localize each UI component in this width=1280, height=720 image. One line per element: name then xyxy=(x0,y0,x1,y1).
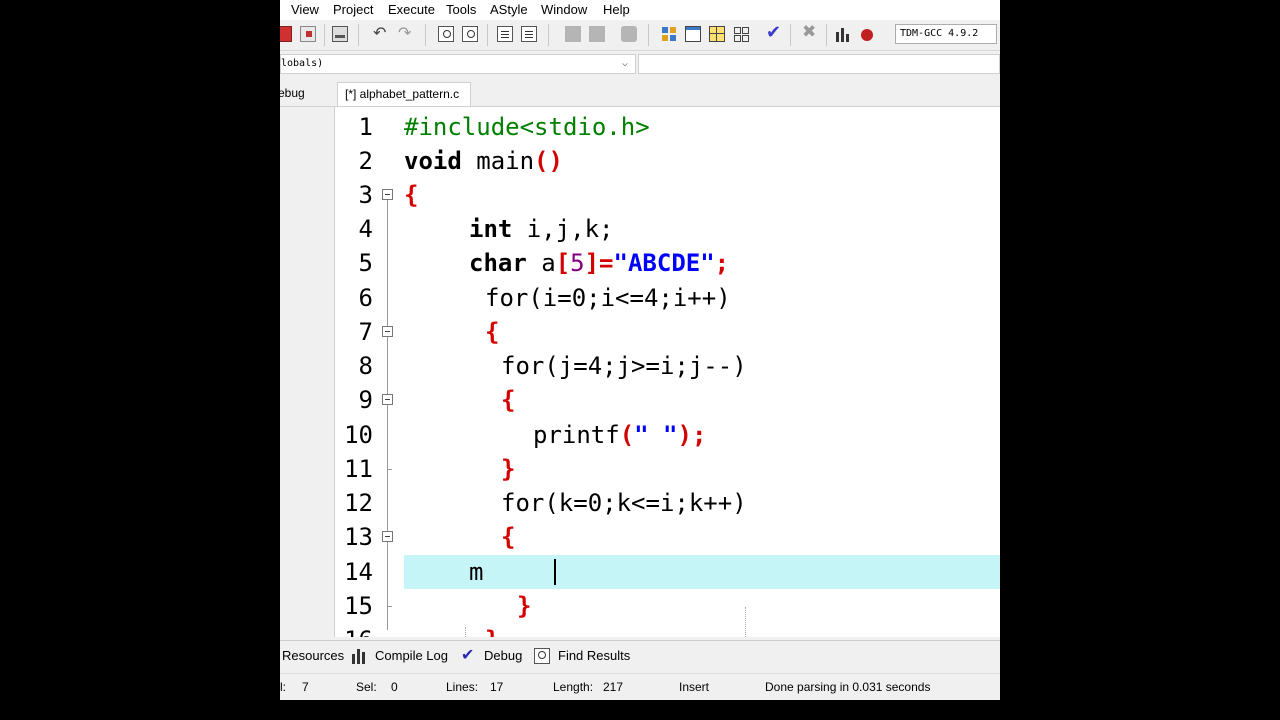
tab-debug[interactable]: Debug xyxy=(484,648,522,663)
check-syntax-icon[interactable]: ✔ xyxy=(766,22,782,42)
grid-icon[interactable] xyxy=(733,26,749,42)
menu-view[interactable]: View xyxy=(291,2,319,17)
layout-icon[interactable] xyxy=(709,26,725,42)
code-line-5: char a[5]="ABCDE"; xyxy=(469,249,730,277)
tab-row: ebug [*] alphabet_pattern.c xyxy=(280,80,1000,107)
code-line-14: m xyxy=(469,558,484,586)
fold-toggle-icon[interactable] xyxy=(382,189,393,200)
fold-toggle-icon[interactable] xyxy=(382,531,393,542)
menu-tools[interactable]: Tools xyxy=(446,2,476,17)
scope-bar: lobals) ⌵ xyxy=(280,52,1000,76)
status-lines-label: Lines: xyxy=(446,680,479,694)
toggle-bookmark-icon[interactable] xyxy=(565,26,581,42)
line-number: 10 xyxy=(344,421,373,449)
code-line-4: int i,j,k; xyxy=(469,215,614,243)
menu-execute[interactable]: Execute xyxy=(388,2,435,17)
code-line-10: printf(" "); xyxy=(533,421,707,449)
code-line-7: { xyxy=(485,318,500,346)
code-line-2: void main() xyxy=(404,147,563,175)
line-gutter: 1 2 3 4 5 6 7 8 9 10 11 12 13 14 15 16 xyxy=(335,107,395,637)
new-class-icon[interactable] xyxy=(661,26,677,42)
unindent-icon[interactable] xyxy=(521,26,537,42)
code-editor[interactable]: 1 2 3 4 5 6 7 8 9 10 11 12 13 14 15 16 xyxy=(335,107,1000,637)
line-number: 9 xyxy=(358,386,373,414)
status-line-value: 7 xyxy=(302,680,309,694)
bottom-panel-tabs: Resources Compile Log ✔ Debug Find Resul… xyxy=(280,640,1000,671)
tab-debug-panel[interactable]: ebug xyxy=(280,86,305,100)
window-icon[interactable] xyxy=(685,26,701,42)
code-line-9: { xyxy=(501,386,516,414)
tab-alphabet-pattern[interactable]: [*] alphabet_pattern.c xyxy=(337,82,471,106)
status-line-label: l: xyxy=(280,680,286,694)
left-panel xyxy=(280,107,335,637)
fold-toggle-icon[interactable] xyxy=(382,326,393,337)
fold-toggle-icon[interactable] xyxy=(382,394,393,405)
status-sel-value: 0 xyxy=(391,680,398,694)
status-length-value: 217 xyxy=(603,680,624,694)
code-line-1: #include<stdio.h> xyxy=(404,113,650,141)
line-number: 7 xyxy=(358,318,373,346)
dev-cpp-window: View Project Execute Tools AStyle Window… xyxy=(280,0,1000,700)
tab-compile-log[interactable]: Compile Log xyxy=(375,648,448,663)
function-select[interactable] xyxy=(638,54,1000,74)
line-number: 5 xyxy=(358,249,373,277)
tab-find-results[interactable]: Find Results xyxy=(558,648,630,663)
menu-window[interactable]: Window xyxy=(541,2,587,17)
code-line-12: for(k=0;k<=i;k++) xyxy=(501,489,747,517)
line-number: 2 xyxy=(358,147,373,175)
debug-check-icon: ✔ xyxy=(461,647,475,664)
line-number: 8 xyxy=(358,352,373,380)
line-number: 3 xyxy=(358,181,373,209)
code-line-3: { xyxy=(404,181,419,209)
indent-icon[interactable] xyxy=(497,26,513,42)
scope-select[interactable]: lobals) ⌵ xyxy=(280,54,636,74)
toolbar: ↶ ↷ ✔ ✖ TDM-GCC 4.9.2 xyxy=(280,20,1000,51)
status-sel-label: Sel: xyxy=(356,680,377,694)
tab-resources[interactable]: Resources xyxy=(282,648,344,663)
find-icon[interactable] xyxy=(438,26,454,42)
print-icon[interactable] xyxy=(332,26,348,42)
undo-icon[interactable]: ↶ xyxy=(373,23,389,42)
text-caret xyxy=(554,559,556,585)
menu-astyle[interactable]: AStyle xyxy=(490,2,528,17)
stop-execution-icon[interactable]: ✖ xyxy=(802,22,818,41)
compile-log-chart-icon xyxy=(352,648,368,664)
line-number: 1 xyxy=(358,113,373,141)
status-message: Done parsing in 0.031 seconds xyxy=(765,680,931,694)
scope-value: lobals) xyxy=(281,58,324,69)
status-mode: Insert xyxy=(679,680,710,694)
goto-bookmark-icon[interactable] xyxy=(589,26,605,42)
code-line-13: { xyxy=(501,523,516,551)
close-file-icon[interactable] xyxy=(300,26,316,42)
find-results-icon xyxy=(534,648,550,664)
line-number: 6 xyxy=(358,284,373,312)
compiler-select[interactable]: TDM-GCC 4.9.2 xyxy=(895,24,997,44)
line-number: 13 xyxy=(344,523,373,551)
profile-chart-icon[interactable] xyxy=(835,26,851,42)
code-line-6: for(i=0;i<=4;i++) xyxy=(485,284,731,312)
goto-line-icon[interactable] xyxy=(621,26,637,42)
redo-icon[interactable]: ↷ xyxy=(398,23,414,42)
replace-icon[interactable] xyxy=(462,26,478,42)
menu-project[interactable]: Project xyxy=(333,2,373,17)
code-line-16-partial: } xyxy=(485,623,499,637)
line-number: 14 xyxy=(344,558,373,586)
line-number: 12 xyxy=(344,489,373,517)
chevron-down-icon: ⌵ xyxy=(622,58,629,69)
code-line-15: } xyxy=(517,592,532,620)
status-length-label: Length: xyxy=(553,680,594,694)
line-number: 15 xyxy=(344,592,373,620)
line-number: 4 xyxy=(358,215,373,243)
status-bar: l: 7 Sel: 0 Lines: 17 Length: 217 Insert… xyxy=(280,673,1000,700)
code-line-8: for(j=4;j>=i;j--) xyxy=(501,352,747,380)
line-number: 11 xyxy=(344,455,373,483)
status-lines-value: 17 xyxy=(490,680,504,694)
menu-bar: View Project Execute Tools AStyle Window… xyxy=(280,0,1000,20)
menu-help[interactable]: Help xyxy=(603,2,630,17)
line-number: 16 xyxy=(344,623,373,637)
current-line-highlight xyxy=(404,555,1000,589)
close-all-icon[interactable] xyxy=(280,26,292,42)
debug-bug-icon[interactable] xyxy=(859,26,875,42)
code-line-11: } xyxy=(501,455,516,483)
